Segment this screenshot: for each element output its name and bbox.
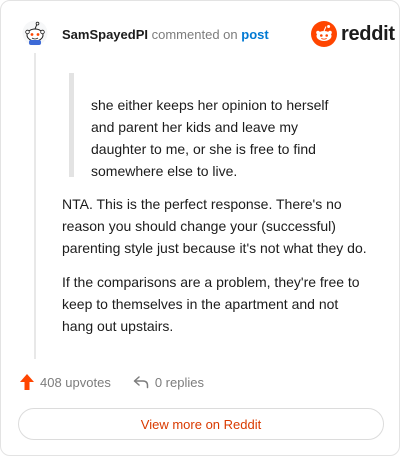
- comment-footer: 408 upvotes 0 replies: [20, 374, 204, 390]
- post-link[interactable]: post: [241, 27, 268, 42]
- reddit-logo-icon: [311, 21, 337, 47]
- username-link[interactable]: SamSpayedPI: [62, 27, 148, 42]
- comment-header: SamSpayedPI commented on post: [62, 27, 269, 43]
- thread-line: [34, 53, 36, 359]
- action-text: commented on: [151, 27, 238, 42]
- comment-card: SamSpayedPI commented on post reddit she…: [0, 0, 400, 456]
- reddit-logo[interactable]: reddit: [311, 21, 395, 47]
- reply-count: 0 replies: [154, 374, 204, 390]
- view-more-button[interactable]: View more on Reddit: [18, 408, 384, 440]
- comment-paragraph-2: If the comparisons are a problem, they'r…: [62, 274, 360, 334]
- avatar[interactable]: [22, 20, 48, 46]
- brand-wordmark: reddit: [341, 22, 395, 45]
- upvote-count: 408 upvotes: [40, 374, 111, 390]
- snoo-avatar-icon: [22, 20, 48, 46]
- reply-button[interactable]: 0 replies: [133, 375, 204, 390]
- upvote-arrow-icon: [20, 374, 34, 390]
- upvote-button[interactable]: 408 upvotes: [20, 374, 111, 390]
- reply-arrow-icon: [133, 376, 149, 389]
- quote-bar: [69, 73, 74, 177]
- comment-paragraph-1: NTA. This is the perfect response. There…: [62, 196, 367, 256]
- blockquote: she either keeps her opinion to herself …: [91, 97, 329, 179]
